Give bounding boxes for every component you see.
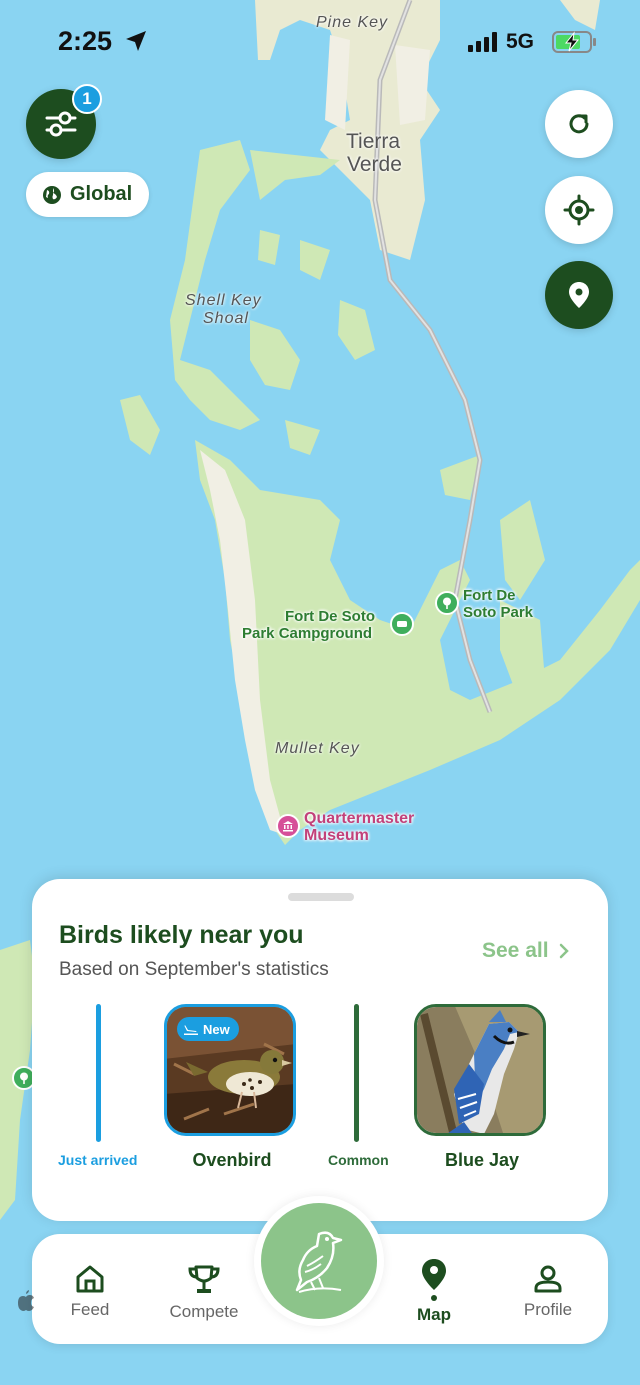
- identify-bird-button[interactable]: [254, 1196, 384, 1326]
- home-icon: [76, 1265, 104, 1293]
- tab-profile-label: Profile: [523, 1300, 573, 1319]
- refresh-icon: [569, 114, 589, 134]
- location-arrow-icon: [126, 31, 146, 51]
- just-arrived-indicator: [96, 1004, 101, 1142]
- museum-pin-icon[interactable]: [276, 814, 300, 838]
- see-all-link[interactable]: See all: [482, 939, 569, 963]
- map-label-verde: Verde: [347, 153, 402, 176]
- map-label-mullet-key: Mullet Key: [275, 740, 360, 757]
- bird-name-ovenbird[interactable]: Ovenbird: [152, 1150, 312, 1171]
- filter-count-badge: 1: [72, 84, 102, 114]
- common-indicator: [354, 1004, 359, 1142]
- tab-feed[interactable]: Feed: [40, 1234, 140, 1344]
- scope-toggle-button[interactable]: Global: [26, 172, 149, 217]
- bird-logo-icon: [295, 1231, 343, 1293]
- trophy-icon: [188, 1265, 220, 1293]
- status-time: 2:25: [58, 26, 113, 56]
- tab-compete[interactable]: Compete: [154, 1234, 254, 1344]
- battery-charging-icon: [552, 31, 596, 53]
- active-tab-dot: [431, 1295, 437, 1301]
- apple-maps-logo-icon: [16, 1290, 36, 1318]
- new-badge-label: New: [203, 1021, 230, 1037]
- sheet-drag-handle[interactable]: [288, 893, 354, 901]
- map-pin-icon: [569, 282, 589, 308]
- birds-nearby-sheet: Birds likely near you Based on September…: [32, 879, 608, 1221]
- sheet-title: Birds likely near you: [59, 921, 304, 949]
- map-pin-icon: [422, 1259, 446, 1290]
- network-type: 5G: [506, 30, 535, 53]
- category-label-common: Common: [328, 1152, 389, 1168]
- globe-icon: [43, 185, 61, 204]
- blue-jay-photo: [417, 1007, 543, 1133]
- signal-icon: [468, 32, 497, 52]
- bird-card-blue-jay[interactable]: [414, 1004, 546, 1136]
- bird-name-blue-jay[interactable]: Blue Jay: [402, 1150, 562, 1171]
- status-bar: 2:25 5G: [0, 0, 640, 80]
- poi-label-museum-1: Quartermaster: [304, 810, 415, 827]
- tab-profile[interactable]: Profile: [498, 1234, 598, 1344]
- identify-bird-button-inner: [261, 1203, 377, 1319]
- chevron-right-icon: [559, 943, 569, 959]
- park-pin-icon[interactable]: [435, 591, 459, 615]
- drop-pin-button[interactable]: [545, 261, 613, 329]
- poi-label-fort-de-soto-park-2: Soto Park: [463, 604, 534, 621]
- new-badge: New: [177, 1017, 239, 1041]
- bird-card-ovenbird[interactable]: New: [164, 1004, 296, 1136]
- poi-label-campground-2: Park Campground: [242, 625, 373, 642]
- poi-label-museum-2: Museum: [304, 827, 369, 844]
- category-label-just-arrived: Just arrived: [58, 1152, 138, 1168]
- plane-landing-icon: [184, 1025, 198, 1035]
- crosshair-icon: [563, 194, 595, 226]
- see-all-label: See all: [482, 939, 549, 962]
- map-label-shoal: Shoal: [203, 310, 249, 327]
- campground-pin-icon[interactable]: [390, 612, 414, 636]
- user-icon: [534, 1265, 562, 1293]
- poi-label-fort-de-soto-park-1: Fort De: [463, 587, 516, 604]
- map-label-tierra: Tierra: [346, 130, 401, 153]
- sliders-icon: [45, 111, 77, 137]
- tab-feed-label: Feed: [70, 1300, 110, 1319]
- map-label-shell-key: Shell Key: [185, 292, 262, 309]
- tab-map[interactable]: Map: [384, 1234, 484, 1344]
- scope-label: Global: [70, 183, 133, 205]
- locate-me-button[interactable]: [545, 176, 613, 244]
- tab-map-label: Map: [417, 1305, 451, 1324]
- refresh-button[interactable]: [545, 90, 613, 158]
- poi-label-campground-1: Fort De Soto: [285, 608, 375, 625]
- tab-compete-label: Compete: [169, 1302, 239, 1321]
- sheet-subtitle: Based on September's statistics: [59, 959, 329, 980]
